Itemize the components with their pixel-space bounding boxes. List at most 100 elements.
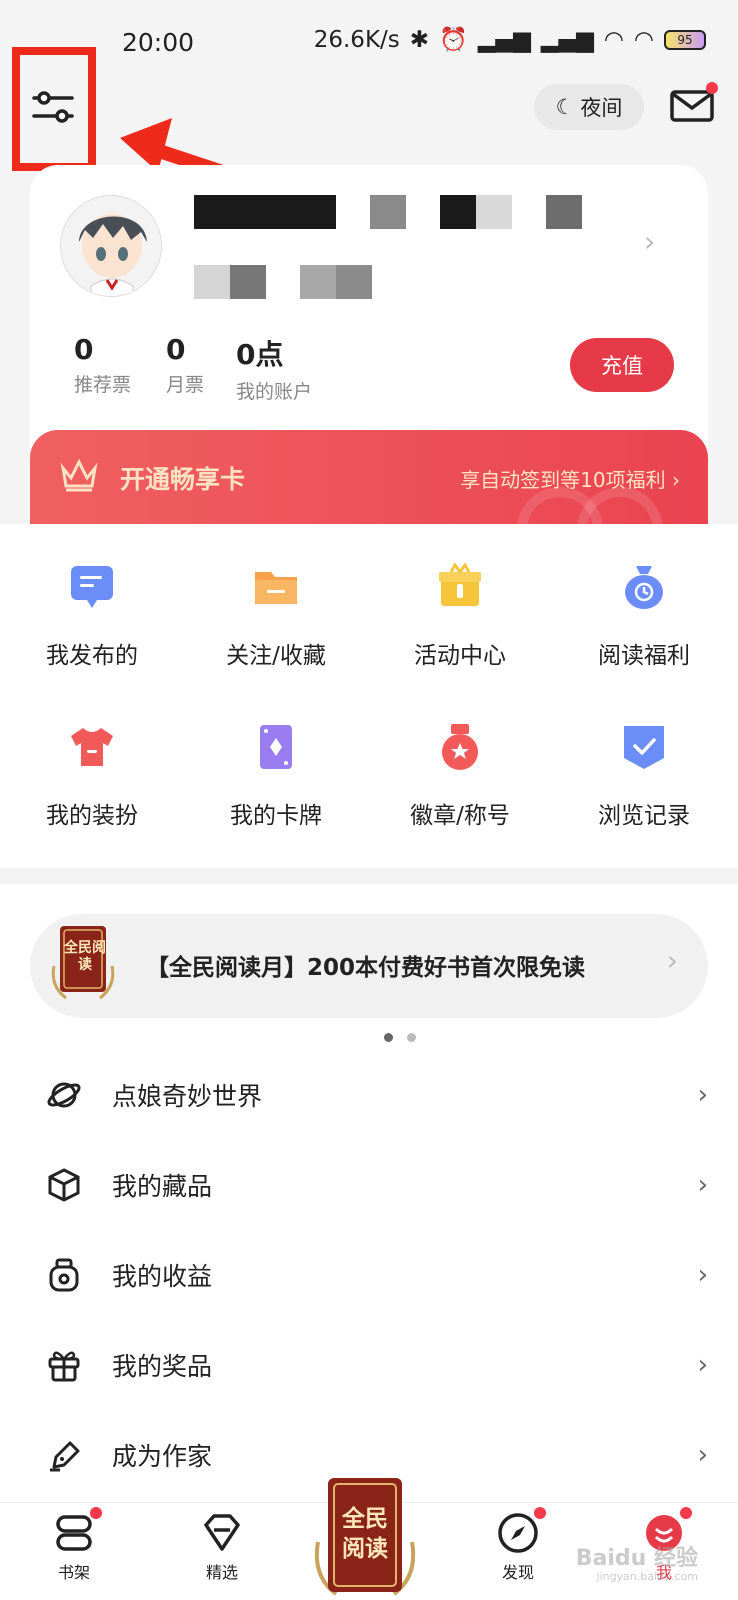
tab-label: 书架	[57, 1563, 90, 1582]
promo-badge-text: 全民阅读	[64, 940, 106, 973]
stat-my-account[interactable]: 0点 我的账户	[236, 333, 312, 404]
signal-icon: ▂▄▆	[477, 26, 531, 53]
diamond-icon	[204, 1514, 240, 1551]
chevron-right-icon: ›	[697, 1260, 708, 1290]
stat-value: 0点	[236, 338, 284, 371]
stat-value: 0	[74, 333, 94, 366]
grid-item-activity-center[interactable]: 活动中心	[368, 562, 552, 670]
menu-item-my-collection[interactable]: 我的藏品 ›	[0, 1140, 738, 1230]
menu-label: 成为作家	[112, 1442, 213, 1471]
carousel-dot[interactable]	[407, 1032, 416, 1042]
history-icon	[624, 726, 664, 769]
level-redacted-4	[336, 265, 372, 299]
card-icon	[260, 725, 292, 769]
tab-discover[interactable]: 发现	[478, 1507, 558, 1583]
grid-item-badges-titles[interactable]: 徽章/称号	[368, 722, 552, 830]
carousel-dot-active[interactable]	[384, 1032, 393, 1042]
menu-label: 我的藏品	[112, 1172, 213, 1201]
center-badge-text: 全民阅读	[342, 1506, 388, 1562]
vip-title: 开通畅享卡	[120, 465, 246, 494]
avatar[interactable]	[60, 195, 162, 297]
promo-text: 【全民阅读月】200本付费好书首次限免读	[146, 955, 586, 981]
grid-label: 徽章/称号	[410, 803, 510, 829]
grid-item-my-cards[interactable]: 我的卡牌	[184, 722, 368, 830]
planet-icon	[47, 1082, 81, 1108]
grid-label: 我的卡牌	[230, 803, 322, 829]
username-redacted-3	[440, 195, 476, 229]
grid-item-browsing-history[interactable]: 浏览记录	[552, 722, 736, 830]
bookshelf-icon	[56, 1515, 92, 1551]
tab-featured[interactable]: 精选	[182, 1511, 262, 1583]
stat-recommend-ticket[interactable]: 0 推荐票	[74, 333, 131, 397]
username-redacted	[194, 195, 336, 229]
vip-card-banner[interactable]: 开通畅享卡 享自动签到等10项福利 ›	[30, 430, 708, 526]
tab-label: 精选	[205, 1563, 238, 1582]
menu-label: 我的收益	[112, 1262, 213, 1291]
network-speed: 26.6K/s	[313, 26, 400, 53]
menu-label: 我的奖品	[112, 1352, 213, 1381]
center-reading-month-button[interactable]: 全民阅读	[310, 1472, 420, 1600]
cube-icon	[48, 1168, 80, 1202]
money-bag-icon	[625, 566, 663, 609]
menu-item-my-earnings[interactable]: 我的收益 ›	[0, 1230, 738, 1320]
alarm-icon: ⏰	[439, 27, 468, 53]
mail-badge-dot	[706, 82, 718, 94]
username-redacted-5	[546, 195, 582, 229]
crown-icon	[60, 458, 98, 492]
username-redacted-4	[476, 195, 512, 229]
stat-label: 我的账户	[236, 381, 313, 403]
recharge-button[interactable]: 充值	[570, 338, 674, 392]
avatar-image	[61, 196, 161, 296]
lower-section: 全民阅读 【全民阅读月】200本付费好书首次限免读 › 点娘奇妙世界 › 我的藏…	[0, 884, 738, 1504]
tab-label: 发现	[501, 1563, 534, 1582]
promo-banner[interactable]: 全民阅读 【全民阅读月】200本付费好书首次限免读 ›	[30, 914, 708, 1052]
chevron-right-icon: ›	[697, 1350, 708, 1380]
grid-label: 活动中心	[414, 643, 506, 669]
level-redacted-3	[300, 265, 336, 299]
grid-label: 浏览记录	[598, 803, 690, 829]
tab-badge-dot	[90, 1507, 102, 1519]
wallet-icon	[49, 1258, 79, 1292]
stat-monthly-ticket[interactable]: 0 月票	[166, 333, 204, 397]
tab-badge-dot	[680, 1507, 692, 1519]
grid-item-reading-benefits[interactable]: 阅读福利	[552, 562, 736, 670]
tshirt-icon	[71, 728, 113, 766]
mail-button[interactable]	[670, 82, 718, 124]
prize-icon	[48, 1351, 80, 1382]
night-mode-button[interactable]: ☾ 夜间	[534, 84, 644, 130]
wifi-icon-2: ◠	[633, 26, 654, 53]
grid-item-my-outfit[interactable]: 我的装扮	[0, 722, 184, 830]
grid-item-follow-favorites[interactable]: 关注/收藏	[184, 562, 368, 670]
folder-icon	[255, 572, 297, 604]
watermark: Baidu 经验	[575, 1546, 698, 1571]
compass-icon	[498, 1513, 538, 1553]
mail-icon	[670, 90, 714, 122]
tab-badge-dot	[534, 1507, 546, 1519]
stat-label: 月票	[166, 374, 205, 396]
grid-label: 我的装扮	[46, 803, 138, 829]
grid-label: 我发布的	[46, 643, 138, 669]
watermark-sub: jingyan.baidu.com	[596, 1570, 698, 1583]
menu-item-wonder-world[interactable]: 点娘奇妙世界 ›	[0, 1050, 738, 1140]
chevron-right-icon: ›	[697, 1440, 708, 1470]
battery-icon: 95	[664, 29, 706, 50]
profile-chevron-icon[interactable]: ›	[644, 225, 655, 258]
stat-value: 0	[166, 333, 186, 366]
stat-label: 推荐票	[74, 374, 132, 396]
status-time: 20:00	[122, 28, 195, 57]
menu-item-my-prizes[interactable]: 我的奖品 ›	[0, 1320, 738, 1410]
promo-chevron-icon: ›	[666, 944, 678, 977]
message-icon	[71, 566, 113, 608]
feature-grid: 我发布的 关注/收藏 活动中心 阅读福利 我的装扮 我的卡牌 徽章/称号 浏览记…	[0, 524, 738, 868]
gift-icon	[439, 562, 481, 606]
signal-icon-2: ▂▄▆	[540, 26, 594, 53]
wifi-icon: ◠	[603, 26, 624, 53]
level-redacted	[194, 265, 230, 299]
tab-bookshelf[interactable]: 书架	[34, 1507, 114, 1583]
status-bar: 20:00 26.6K/s ✱ ⏰ ▂▄▆ ▂▄▆ ◠ ◠ 95	[0, 0, 738, 80]
username-redacted-2	[370, 195, 406, 229]
annotation-highlight-box	[12, 47, 96, 171]
menu-label: 点娘奇妙世界	[112, 1082, 263, 1111]
grid-label: 阅读福利	[598, 643, 690, 669]
grid-item-my-posts[interactable]: 我发布的	[0, 562, 184, 670]
